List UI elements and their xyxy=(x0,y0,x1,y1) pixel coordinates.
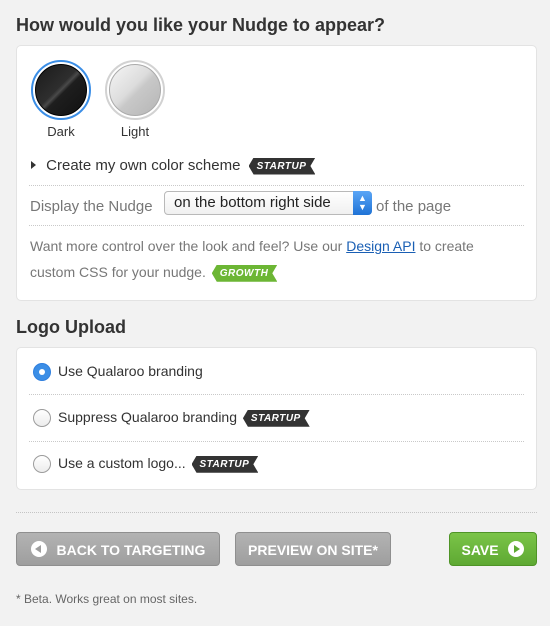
save-button[interactable]: SAVE xyxy=(449,532,537,566)
suppress-branding-radio[interactable] xyxy=(33,409,51,427)
back-button-label: BACK TO TARGETING xyxy=(56,542,206,558)
dark-theme-label: Dark xyxy=(47,124,75,139)
logo-panel: Use Qualaroo branding Suppress Qualaroo … xyxy=(16,347,537,490)
preview-button-label: PREVIEW ON SITE* xyxy=(248,542,378,558)
forward-arrow-icon xyxy=(508,541,525,558)
light-theme-label: Light xyxy=(120,124,150,139)
position-select[interactable]: on the bottom right side ▲ ▼ xyxy=(164,191,372,215)
divider xyxy=(29,441,524,442)
beta-footnote: * Beta. Works great on most sites. xyxy=(16,592,198,606)
api-text-line2-text: custom CSS for your nudge. xyxy=(30,264,206,280)
api-text-line1: Want more control over the look and feel… xyxy=(30,238,474,254)
logo-upload-title: Logo Upload xyxy=(16,317,126,337)
position-select-value: on the bottom right side xyxy=(174,194,331,211)
back-arrow-icon xyxy=(30,541,47,558)
divider xyxy=(29,185,524,186)
use-branding-label[interactable]: Use Qualaroo branding xyxy=(58,363,203,379)
display-prefix: Display the Nudge xyxy=(30,198,153,215)
api-text-line2: custom CSS for your nudge. GROWTH xyxy=(30,264,277,282)
dark-theme-swatch[interactable] xyxy=(31,60,91,120)
design-api-link[interactable]: Design API xyxy=(346,238,415,254)
custom-logo-option[interactable]: Use a custom logo... STARTUP xyxy=(58,455,258,473)
dark-swatch-circle xyxy=(35,64,87,116)
footer-divider xyxy=(16,512,537,513)
save-button-label: SAVE xyxy=(461,542,499,558)
appearance-title: How would you like your Nudge to appear? xyxy=(16,15,386,35)
preview-on-site-button[interactable]: PREVIEW ON SITE* xyxy=(235,532,391,566)
growth-badge: GROWTH xyxy=(212,265,278,282)
color-scheme-toggle[interactable]: Create my own color scheme STARTUP xyxy=(31,157,315,175)
custom-logo-label: Use a custom logo... xyxy=(58,455,186,471)
select-arrows-icon: ▲ ▼ xyxy=(353,191,372,215)
api-text-before: Want more control over the look and feel… xyxy=(30,238,343,254)
startup-badge: STARTUP xyxy=(192,456,259,473)
light-swatch-circle xyxy=(109,64,161,116)
color-scheme-label: Create my own color scheme xyxy=(46,157,241,174)
light-theme-swatch[interactable] xyxy=(105,60,165,120)
startup-badge: STARTUP xyxy=(243,410,310,427)
startup-badge: STARTUP xyxy=(249,158,316,175)
api-text-after: to create xyxy=(419,238,474,254)
expand-triangle-icon xyxy=(31,161,36,170)
custom-logo-radio[interactable] xyxy=(33,455,51,473)
divider xyxy=(29,225,524,226)
divider xyxy=(29,394,524,395)
use-branding-radio[interactable] xyxy=(33,363,51,381)
suppress-branding-label: Suppress Qualaroo branding xyxy=(58,409,238,425)
display-suffix: of the page xyxy=(376,198,452,215)
appearance-panel: Dark Light Create my own color scheme ST… xyxy=(16,45,537,301)
suppress-branding-option[interactable]: Suppress Qualaroo branding STARTUP xyxy=(58,409,310,427)
back-to-targeting-button[interactable]: BACK TO TARGETING xyxy=(16,532,220,566)
